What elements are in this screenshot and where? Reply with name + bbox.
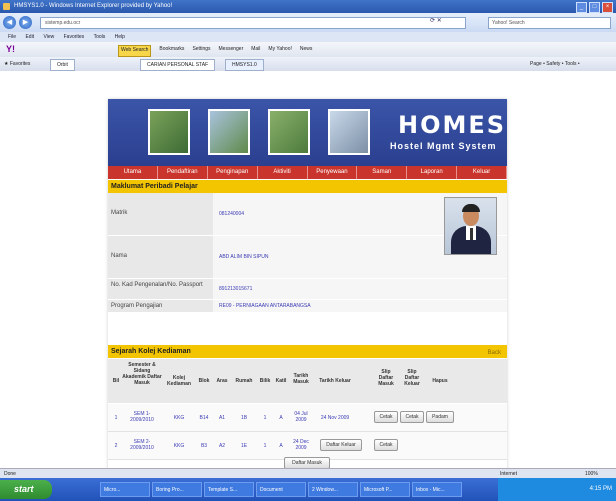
- toolbar-settings[interactable]: Settings: [192, 42, 210, 57]
- toolbar-my-yahoo[interactable]: My Yahoo!: [268, 42, 291, 57]
- menu-help[interactable]: Help: [115, 34, 125, 40]
- minimize-button[interactable]: _: [576, 2, 587, 13]
- banner-photo-1: [148, 109, 190, 155]
- window-titlebar: HMSYS1.0 - Windows Internet Explorer pro…: [0, 0, 616, 13]
- banner-photo-2: [208, 109, 250, 155]
- nav-keluar[interactable]: Keluar: [457, 166, 507, 179]
- table-row: 2 SEM 2-2009/2010 KKG B3 A2 1E 1 A 24 De…: [108, 432, 507, 460]
- forward-arrow-icon[interactable]: ▶: [19, 16, 32, 29]
- nav-penyewaan[interactable]: Penyewaan: [308, 166, 358, 179]
- address-toolbar: ◀ ▶ sistemp.edu.ocr ⟳ ✕ Yahoo! Search: [0, 13, 616, 32]
- taskbar-item[interactable]: Document: [256, 482, 306, 497]
- tab-hmsys[interactable]: HMSYS1.0: [225, 59, 264, 71]
- yahoo-toolbar: Y! Web Search Bookmarks Settings Messeng…: [0, 42, 616, 58]
- nav-utama[interactable]: Utama: [108, 166, 158, 179]
- personal-heading: Maklumat Peribadi Pelajar: [108, 180, 507, 193]
- table-row: 1 SEM 1-2009/2010 KKG B14 A1 1B 1 A 04 J…: [108, 404, 507, 432]
- taskbar-item[interactable]: 2 Window...: [308, 482, 358, 497]
- maximize-button[interactable]: □: [589, 2, 600, 13]
- nav-pendaftiran[interactable]: Pendaftiran: [158, 166, 208, 179]
- menu-favorites[interactable]: Favorites: [64, 34, 85, 40]
- banner-title: HOMES: [398, 111, 507, 139]
- banner-subtitle: Hostel Mgmt System: [390, 141, 497, 151]
- hostel-page: HOMES Hostel Mgmt System Utama Pendaftir…: [108, 99, 507, 471]
- close-button[interactable]: ×: [602, 2, 613, 13]
- search-input[interactable]: Yahoo! Search: [488, 17, 611, 29]
- toolbar-messenger[interactable]: Messenger: [219, 42, 244, 57]
- refresh-stop-icons[interactable]: ⟳ ✕: [430, 17, 442, 24]
- system-tray: 4:15 PM: [498, 478, 616, 501]
- taskbar-item[interactable]: Microsoft P...: [360, 482, 410, 497]
- menu-file[interactable]: File: [8, 34, 16, 40]
- menu-tools[interactable]: Tools: [94, 34, 106, 40]
- browser-viewport: HOMES Hostel Mgmt System Utama Pendaftir…: [0, 71, 616, 471]
- menu-view[interactable]: View: [43, 34, 54, 40]
- row-ic: No. Kad Pengenalan/No. Passport 89121301…: [108, 279, 507, 300]
- web-search-button[interactable]: Web Search: [118, 45, 152, 57]
- favorites-button[interactable]: ★ Favorites: [4, 57, 30, 71]
- yahoo-logo[interactable]: Y!: [6, 44, 15, 55]
- ie-icon: [3, 3, 10, 10]
- banner-photo-4: [328, 109, 370, 155]
- page-tools-menu[interactable]: Page • Safety • Tools •: [530, 57, 580, 71]
- nav-aktiviti[interactable]: Aktiviti: [258, 166, 308, 179]
- tab-orbit[interactable]: Orbit: [50, 59, 75, 71]
- student-photo: [444, 197, 497, 255]
- menu-bar: File Edit View Favorites Tools Help: [0, 32, 616, 42]
- padam-button[interactable]: Padam: [426, 411, 454, 423]
- toolbar-news[interactable]: News: [300, 42, 313, 57]
- history-table-header: Bil Semester & Sidang Akademik Daftar Ma…: [108, 359, 507, 403]
- tab-carian[interactable]: CARIAN PERSONAL STAF: [140, 59, 216, 71]
- toolbar-mail[interactable]: Mail: [251, 42, 260, 57]
- daftar-keluar-button[interactable]: Daftar Keluar: [320, 439, 362, 451]
- cetak-masuk-button[interactable]: Cetak: [374, 439, 398, 451]
- taskbar-item[interactable]: Micro...: [100, 482, 150, 497]
- cetak-masuk-button[interactable]: Cetak: [374, 411, 398, 423]
- taskbar-item[interactable]: Boring Pro...: [152, 482, 202, 497]
- nav-saman[interactable]: Saman: [357, 166, 408, 179]
- taskbar-item[interactable]: Inbox - Mic...: [412, 482, 462, 497]
- taskbar-item[interactable]: Template S...: [204, 482, 254, 497]
- history-heading: Sejarah Kolej Kediaman Back: [108, 345, 507, 358]
- back-arrow-icon[interactable]: ◀: [3, 16, 16, 29]
- address-input[interactable]: sistemp.edu.ocr: [40, 17, 466, 29]
- nav-laporan[interactable]: Laporan: [407, 166, 458, 179]
- banner-photo-3: [268, 109, 310, 155]
- toolbar-bookmarks[interactable]: Bookmarks: [159, 42, 184, 57]
- start-button[interactable]: start: [0, 480, 52, 499]
- favorites-bar: ★ Favorites Orbit CARIAN PERSONAL STAF H…: [0, 57, 616, 72]
- banner: HOMES Hostel Mgmt System: [108, 99, 507, 166]
- menu-edit[interactable]: Edit: [25, 34, 34, 40]
- nav-penginapan[interactable]: Penginapan: [208, 166, 258, 179]
- row-program: Program Pengajian RE09 - PERNIAGAAN ANTA…: [108, 300, 507, 313]
- taskbar: start Micro... Boring Pro... Template S.…: [0, 478, 616, 501]
- window-title: HMSYS1.0 - Windows Internet Explorer pro…: [14, 3, 173, 9]
- clock: 4:15 PM: [589, 486, 612, 492]
- cetak-keluar-button[interactable]: Cetak: [400, 411, 424, 423]
- main-nav: Utama Pendaftiran Penginapan Aktiviti Pe…: [108, 166, 507, 179]
